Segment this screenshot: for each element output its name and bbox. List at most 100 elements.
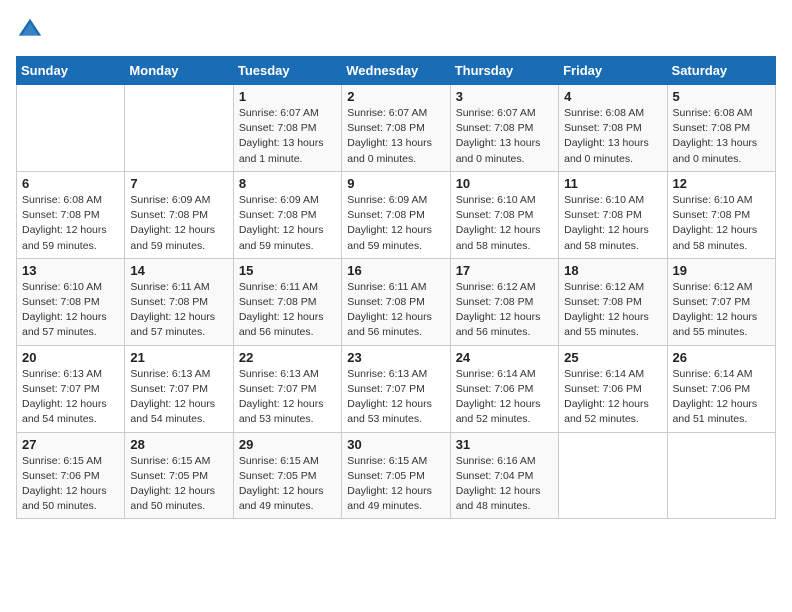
logo-icon	[16, 16, 44, 44]
day-number: 29	[239, 437, 336, 452]
calendar-day-cell: 15 Sunrise: 6:11 AM Sunset: 7:08 PM Dayli…	[233, 258, 341, 345]
weekday-header: Sunday	[17, 57, 125, 85]
weekday-header: Tuesday	[233, 57, 341, 85]
day-info: Sunrise: 6:11 AM Sunset: 7:08 PM Dayligh…	[347, 280, 444, 341]
day-number: 25	[564, 350, 661, 365]
calendar-day-cell: 31 Sunrise: 6:16 AM Sunset: 7:04 PM Dayli…	[450, 432, 558, 519]
day-number: 10	[456, 176, 553, 191]
calendar-week-row: 6Sunrise: 6:08 AM Sunset: 7:08 PM Daylig…	[17, 171, 776, 258]
calendar-day-cell: 14 Sunrise: 6:11 AM Sunset: 7:08 PM Dayli…	[125, 258, 233, 345]
day-info: Sunrise: 6:07 AM Sunset: 7:08 PM Dayligh…	[239, 106, 336, 167]
day-info: Sunrise: 6:08 AM Sunset: 7:08 PM Dayligh…	[673, 106, 770, 167]
day-info: Sunrise: 6:15 AM Sunset: 7:05 PM Dayligh…	[130, 454, 227, 515]
day-number: 8	[239, 176, 336, 191]
day-number: 15	[239, 263, 336, 278]
day-number: 19	[673, 263, 770, 278]
calendar-day-cell: 24 Sunrise: 6:14 AM Sunset: 7:06 PM Dayli…	[450, 345, 558, 432]
day-info: Sunrise: 6:10 AM Sunset: 7:08 PM Dayligh…	[456, 193, 553, 254]
calendar-day-cell: 22 Sunrise: 6:13 AM Sunset: 7:07 PM Dayli…	[233, 345, 341, 432]
weekday-header: Thursday	[450, 57, 558, 85]
calendar-day-cell	[17, 85, 125, 172]
day-info: Sunrise: 6:14 AM Sunset: 7:06 PM Dayligh…	[456, 367, 553, 428]
calendar-day-cell: 19Sunrise: 6:12 AM Sunset: 7:07 PM Dayli…	[667, 258, 775, 345]
day-number: 17	[456, 263, 553, 278]
calendar-day-cell: 4 Sunrise: 6:08 AM Sunset: 7:08 PM Daylig…	[559, 85, 667, 172]
calendar-day-cell: 25 Sunrise: 6:14 AM Sunset: 7:06 PM Dayli…	[559, 345, 667, 432]
calendar-week-row: 1 Sunrise: 6:07 AM Sunset: 7:08 PM Daylig…	[17, 85, 776, 172]
day-info: Sunrise: 6:13 AM Sunset: 7:07 PM Dayligh…	[347, 367, 444, 428]
day-info: Sunrise: 6:14 AM Sunset: 7:06 PM Dayligh…	[564, 367, 661, 428]
day-info: Sunrise: 6:10 AM Sunset: 7:08 PM Dayligh…	[22, 280, 119, 341]
day-info: Sunrise: 6:08 AM Sunset: 7:08 PM Dayligh…	[22, 193, 119, 254]
day-number: 23	[347, 350, 444, 365]
calendar-day-cell: 9 Sunrise: 6:09 AM Sunset: 7:08 PM Daylig…	[342, 171, 450, 258]
day-number: 1	[239, 89, 336, 104]
calendar-day-cell: 1 Sunrise: 6:07 AM Sunset: 7:08 PM Daylig…	[233, 85, 341, 172]
calendar-day-cell: 17 Sunrise: 6:12 AM Sunset: 7:08 PM Dayli…	[450, 258, 558, 345]
day-number: 16	[347, 263, 444, 278]
calendar-day-cell	[125, 85, 233, 172]
calendar-day-cell: 30Sunrise: 6:15 AM Sunset: 7:05 PM Dayli…	[342, 432, 450, 519]
day-info: Sunrise: 6:13 AM Sunset: 7:07 PM Dayligh…	[22, 367, 119, 428]
day-number: 24	[456, 350, 553, 365]
day-number: 21	[130, 350, 227, 365]
day-info: Sunrise: 6:12 AM Sunset: 7:08 PM Dayligh…	[564, 280, 661, 341]
calendar-day-cell	[559, 432, 667, 519]
day-info: Sunrise: 6:09 AM Sunset: 7:08 PM Dayligh…	[239, 193, 336, 254]
calendar-day-cell: 6Sunrise: 6:08 AM Sunset: 7:08 PM Daylig…	[17, 171, 125, 258]
calendar-day-cell: 12 Sunrise: 6:10 AM Sunset: 7:08 PM Dayli…	[667, 171, 775, 258]
day-info: Sunrise: 6:14 AM Sunset: 7:06 PM Dayligh…	[673, 367, 770, 428]
day-number: 31	[456, 437, 553, 452]
calendar-week-row: 27 Sunrise: 6:15 AM Sunset: 7:06 PM Dayli…	[17, 432, 776, 519]
day-info: Sunrise: 6:11 AM Sunset: 7:08 PM Dayligh…	[239, 280, 336, 341]
calendar-day-cell: 8 Sunrise: 6:09 AM Sunset: 7:08 PM Daylig…	[233, 171, 341, 258]
calendar-week-row: 13 Sunrise: 6:10 AM Sunset: 7:08 PM Dayli…	[17, 258, 776, 345]
day-number: 9	[347, 176, 444, 191]
day-number: 26	[673, 350, 770, 365]
day-info: Sunrise: 6:09 AM Sunset: 7:08 PM Dayligh…	[130, 193, 227, 254]
day-info: Sunrise: 6:09 AM Sunset: 7:08 PM Dayligh…	[347, 193, 444, 254]
calendar-day-cell: 5 Sunrise: 6:08 AM Sunset: 7:08 PM Daylig…	[667, 85, 775, 172]
day-number: 2	[347, 89, 444, 104]
day-info: Sunrise: 6:08 AM Sunset: 7:08 PM Dayligh…	[564, 106, 661, 167]
calendar-day-cell: 21 Sunrise: 6:13 AM Sunset: 7:07 PM Dayli…	[125, 345, 233, 432]
day-info: Sunrise: 6:10 AM Sunset: 7:08 PM Dayligh…	[673, 193, 770, 254]
day-number: 5	[673, 89, 770, 104]
day-number: 7	[130, 176, 227, 191]
day-number: 11	[564, 176, 661, 191]
calendar-day-cell: 3Sunrise: 6:07 AM Sunset: 7:08 PM Daylig…	[450, 85, 558, 172]
day-number: 4	[564, 89, 661, 104]
day-number: 13	[22, 263, 119, 278]
calendar-day-cell: 2 Sunrise: 6:07 AM Sunset: 7:08 PM Daylig…	[342, 85, 450, 172]
day-info: Sunrise: 6:15 AM Sunset: 7:06 PM Dayligh…	[22, 454, 119, 515]
day-number: 14	[130, 263, 227, 278]
day-number: 27	[22, 437, 119, 452]
calendar-day-cell: 26 Sunrise: 6:14 AM Sunset: 7:06 PM Dayli…	[667, 345, 775, 432]
weekday-header: Friday	[559, 57, 667, 85]
logo	[16, 16, 48, 44]
day-info: Sunrise: 6:12 AM Sunset: 7:08 PM Dayligh…	[456, 280, 553, 341]
day-number: 3	[456, 89, 553, 104]
calendar-day-cell: 23 Sunrise: 6:13 AM Sunset: 7:07 PM Dayli…	[342, 345, 450, 432]
day-info: Sunrise: 6:07 AM Sunset: 7:08 PM Dayligh…	[347, 106, 444, 167]
day-number: 12	[673, 176, 770, 191]
weekday-header: Saturday	[667, 57, 775, 85]
calendar-day-cell: 28 Sunrise: 6:15 AM Sunset: 7:05 PM Dayli…	[125, 432, 233, 519]
calendar-table: SundayMondayTuesdayWednesdayThursdayFrid…	[16, 56, 776, 519]
calendar-day-cell: 10 Sunrise: 6:10 AM Sunset: 7:08 PM Dayli…	[450, 171, 558, 258]
weekday-header: Monday	[125, 57, 233, 85]
calendar-day-cell: 11 Sunrise: 6:10 AM Sunset: 7:08 PM Dayli…	[559, 171, 667, 258]
day-number: 28	[130, 437, 227, 452]
page-header	[16, 16, 776, 44]
calendar-day-cell	[667, 432, 775, 519]
day-info: Sunrise: 6:13 AM Sunset: 7:07 PM Dayligh…	[130, 367, 227, 428]
weekday-header: Wednesday	[342, 57, 450, 85]
calendar-day-cell: 13 Sunrise: 6:10 AM Sunset: 7:08 PM Dayli…	[17, 258, 125, 345]
day-info: Sunrise: 6:16 AM Sunset: 7:04 PM Dayligh…	[456, 454, 553, 515]
day-info: Sunrise: 6:13 AM Sunset: 7:07 PM Dayligh…	[239, 367, 336, 428]
day-info: Sunrise: 6:11 AM Sunset: 7:08 PM Dayligh…	[130, 280, 227, 341]
calendar-day-cell: 29Sunrise: 6:15 AM Sunset: 7:05 PM Dayli…	[233, 432, 341, 519]
calendar-day-cell: 18Sunrise: 6:12 AM Sunset: 7:08 PM Dayli…	[559, 258, 667, 345]
day-number: 22	[239, 350, 336, 365]
day-info: Sunrise: 6:10 AM Sunset: 7:08 PM Dayligh…	[564, 193, 661, 254]
